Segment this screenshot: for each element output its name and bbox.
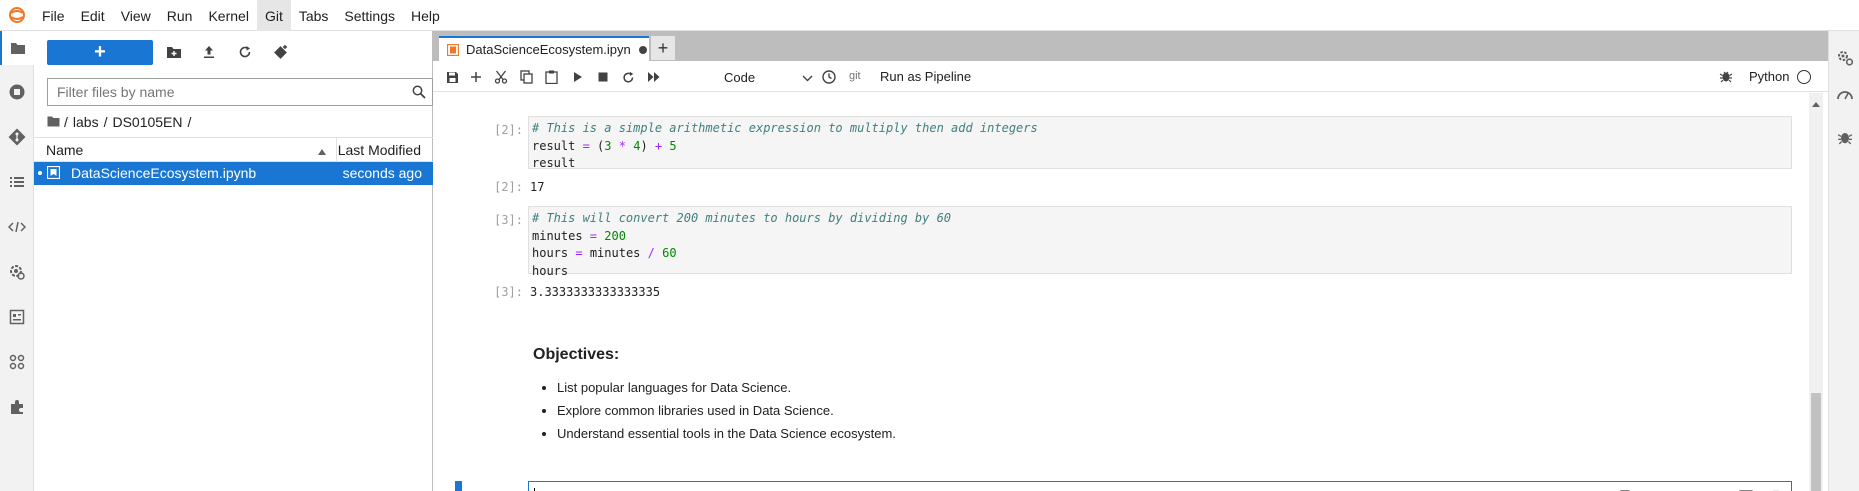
debugger-icon[interactable] [1719, 69, 1733, 86]
right-sidebar [1828, 31, 1859, 491]
git-clone-icon[interactable] [270, 42, 292, 62]
clock-icon[interactable] [819, 68, 839, 86]
markdown-heading: Objectives: [533, 346, 620, 363]
output-prompt: [3]: [494, 285, 523, 299]
interrupt-kernel-icon[interactable] [593, 68, 613, 86]
code-comment: # This is a simple arithmetic expression… [532, 121, 1038, 135]
list-item: List popular languages for Data Science. [557, 376, 896, 399]
file-modified: seconds ago [342, 165, 422, 181]
new-folder-icon[interactable] [163, 42, 185, 62]
menu-tabs[interactable]: Tabs [291, 0, 337, 31]
filter-files-field[interactable] [47, 78, 433, 106]
input-prompt: [2]: [494, 123, 523, 137]
column-modified-header[interactable]: Last Modified [338, 142, 421, 158]
column-name-header[interactable]: Name [46, 142, 83, 158]
breadcrumb: / labs / DS0105EN / [47, 112, 196, 132]
menu-git[interactable]: Git [256, 0, 291, 31]
scroll-up-icon[interactable] [1812, 95, 1820, 110]
code-cell[interactable]: # This is a simple arithmetic expression… [528, 116, 1792, 170]
notebook-toolbar: Code git Run as Pipeline Python [433, 62, 1828, 92]
elyra-icon[interactable] [0, 345, 34, 379]
running-indicator-icon [38, 171, 42, 175]
menu-view[interactable]: View [113, 0, 159, 31]
cut-icon[interactable] [491, 68, 511, 86]
menu-help[interactable]: Help [403, 0, 448, 31]
restart-kernel-icon[interactable] [618, 68, 638, 86]
code-comment: # This will convert 200 minutes to hours… [532, 211, 952, 225]
notebook-tab-icon [447, 43, 459, 56]
property-inspector-gears-icon[interactable] [1829, 43, 1859, 73]
left-activity-bar [0, 31, 34, 491]
extension-icon[interactable] [0, 390, 34, 424]
list-item: Explore common libraries used in Data Sc… [557, 399, 896, 422]
scrollbar-thumb[interactable] [1811, 393, 1821, 491]
menu-settings[interactable]: Settings [336, 0, 403, 31]
kernel-idle-status-icon [1797, 70, 1811, 84]
extension-settings-icon[interactable] [0, 255, 34, 289]
menu-kernel[interactable]: Kernel [200, 0, 256, 31]
filter-files-input[interactable] [48, 80, 406, 104]
notebook-scrollbar[interactable] [1809, 93, 1823, 491]
output-prompt: [2]: [494, 180, 523, 194]
markdown-list: List popular languages for Data Science.… [557, 376, 896, 445]
breadcrumb-sep: / [64, 114, 68, 130]
resource-usage-icon[interactable] [1829, 79, 1859, 109]
run-as-pipeline-button[interactable]: Run as Pipeline [880, 69, 971, 84]
jupyter-logo-icon [0, 0, 34, 31]
notebook-file-icon [46, 165, 61, 182]
folder-icon[interactable] [0, 31, 34, 65]
menu-run[interactable]: Run [159, 0, 201, 31]
toc-icon[interactable] [0, 165, 34, 199]
breadcrumb-sep: / [187, 114, 192, 130]
cell-type-dropdown[interactable]: Code [718, 67, 813, 87]
cell-type-value: Code [724, 69, 756, 85]
menu-file[interactable]: File [34, 0, 73, 31]
file-listing-header: Name Last Modified [34, 137, 433, 162]
property-inspector-icon[interactable] [0, 300, 34, 334]
new-tab-button[interactable]: + [651, 36, 675, 60]
file-browser-toolbar: + [34, 38, 433, 66]
git-diff-button[interactable]: git [849, 70, 861, 82]
menu-bar: File Edit View Run Kernel Git Tabs Setti… [0, 0, 1859, 31]
file-browser: + / labs / DS0105EN / Name [34, 31, 433, 491]
input-prompt: [3]: [494, 213, 523, 227]
sort-ascending-icon[interactable] [317, 143, 327, 159]
active-code-cell[interactable] [528, 481, 1792, 491]
breadcrumb-home-icon[interactable] [47, 114, 60, 130]
notebook-body: [2]: # This is a simple arithmetic expre… [433, 93, 1828, 491]
restart-run-all-icon[interactable] [644, 68, 664, 86]
chevron-down-icon [802, 70, 813, 85]
kernel-name-button[interactable]: Python [1749, 69, 1789, 84]
list-item: Understand essential tools in the Data S… [557, 422, 896, 445]
upload-icon[interactable] [198, 42, 220, 62]
running-icon[interactable] [0, 75, 34, 109]
refresh-icon[interactable] [234, 42, 256, 62]
debugger-sidebar-icon[interactable] [1829, 122, 1859, 152]
new-launcher-button[interactable]: + [47, 40, 153, 65]
cell-output: 3.3333333333333335 [530, 285, 661, 299]
file-name: DataScienceEcosystem.ipynb [71, 165, 257, 181]
tab-label: DataScienceEcosystem.ipyn [466, 42, 631, 57]
tab-datascienceecosystem[interactable]: DataScienceEcosystem.ipyn [439, 36, 649, 61]
menu-edit[interactable]: Edit [73, 0, 113, 31]
run-cell-icon[interactable] [568, 68, 588, 86]
unsaved-changes-icon[interactable] [638, 45, 647, 54]
code-cell[interactable]: # This will convert 200 minutes to hours… [528, 206, 1792, 278]
copy-icon[interactable] [516, 68, 536, 86]
breadcrumb-sep: / [103, 114, 108, 130]
save-icon[interactable] [442, 68, 462, 86]
code-snippets-icon[interactable] [0, 210, 34, 244]
git-icon[interactable] [0, 120, 34, 154]
search-icon [406, 79, 432, 105]
breadcrumb-ds0105en[interactable]: DS0105EN [112, 114, 182, 130]
main-area: DataScienceEcosystem.ipyn + Code git Run… [433, 31, 1828, 491]
document-tab-bar: DataScienceEcosystem.ipyn + [433, 31, 1828, 61]
file-row-selected[interactable]: DataScienceEcosystem.ipynb seconds ago [34, 162, 433, 185]
insert-cell-icon[interactable] [466, 68, 486, 86]
paste-icon[interactable] [541, 68, 561, 86]
breadcrumb-labs[interactable]: labs [73, 114, 99, 130]
cell-output: 17 [530, 180, 545, 194]
